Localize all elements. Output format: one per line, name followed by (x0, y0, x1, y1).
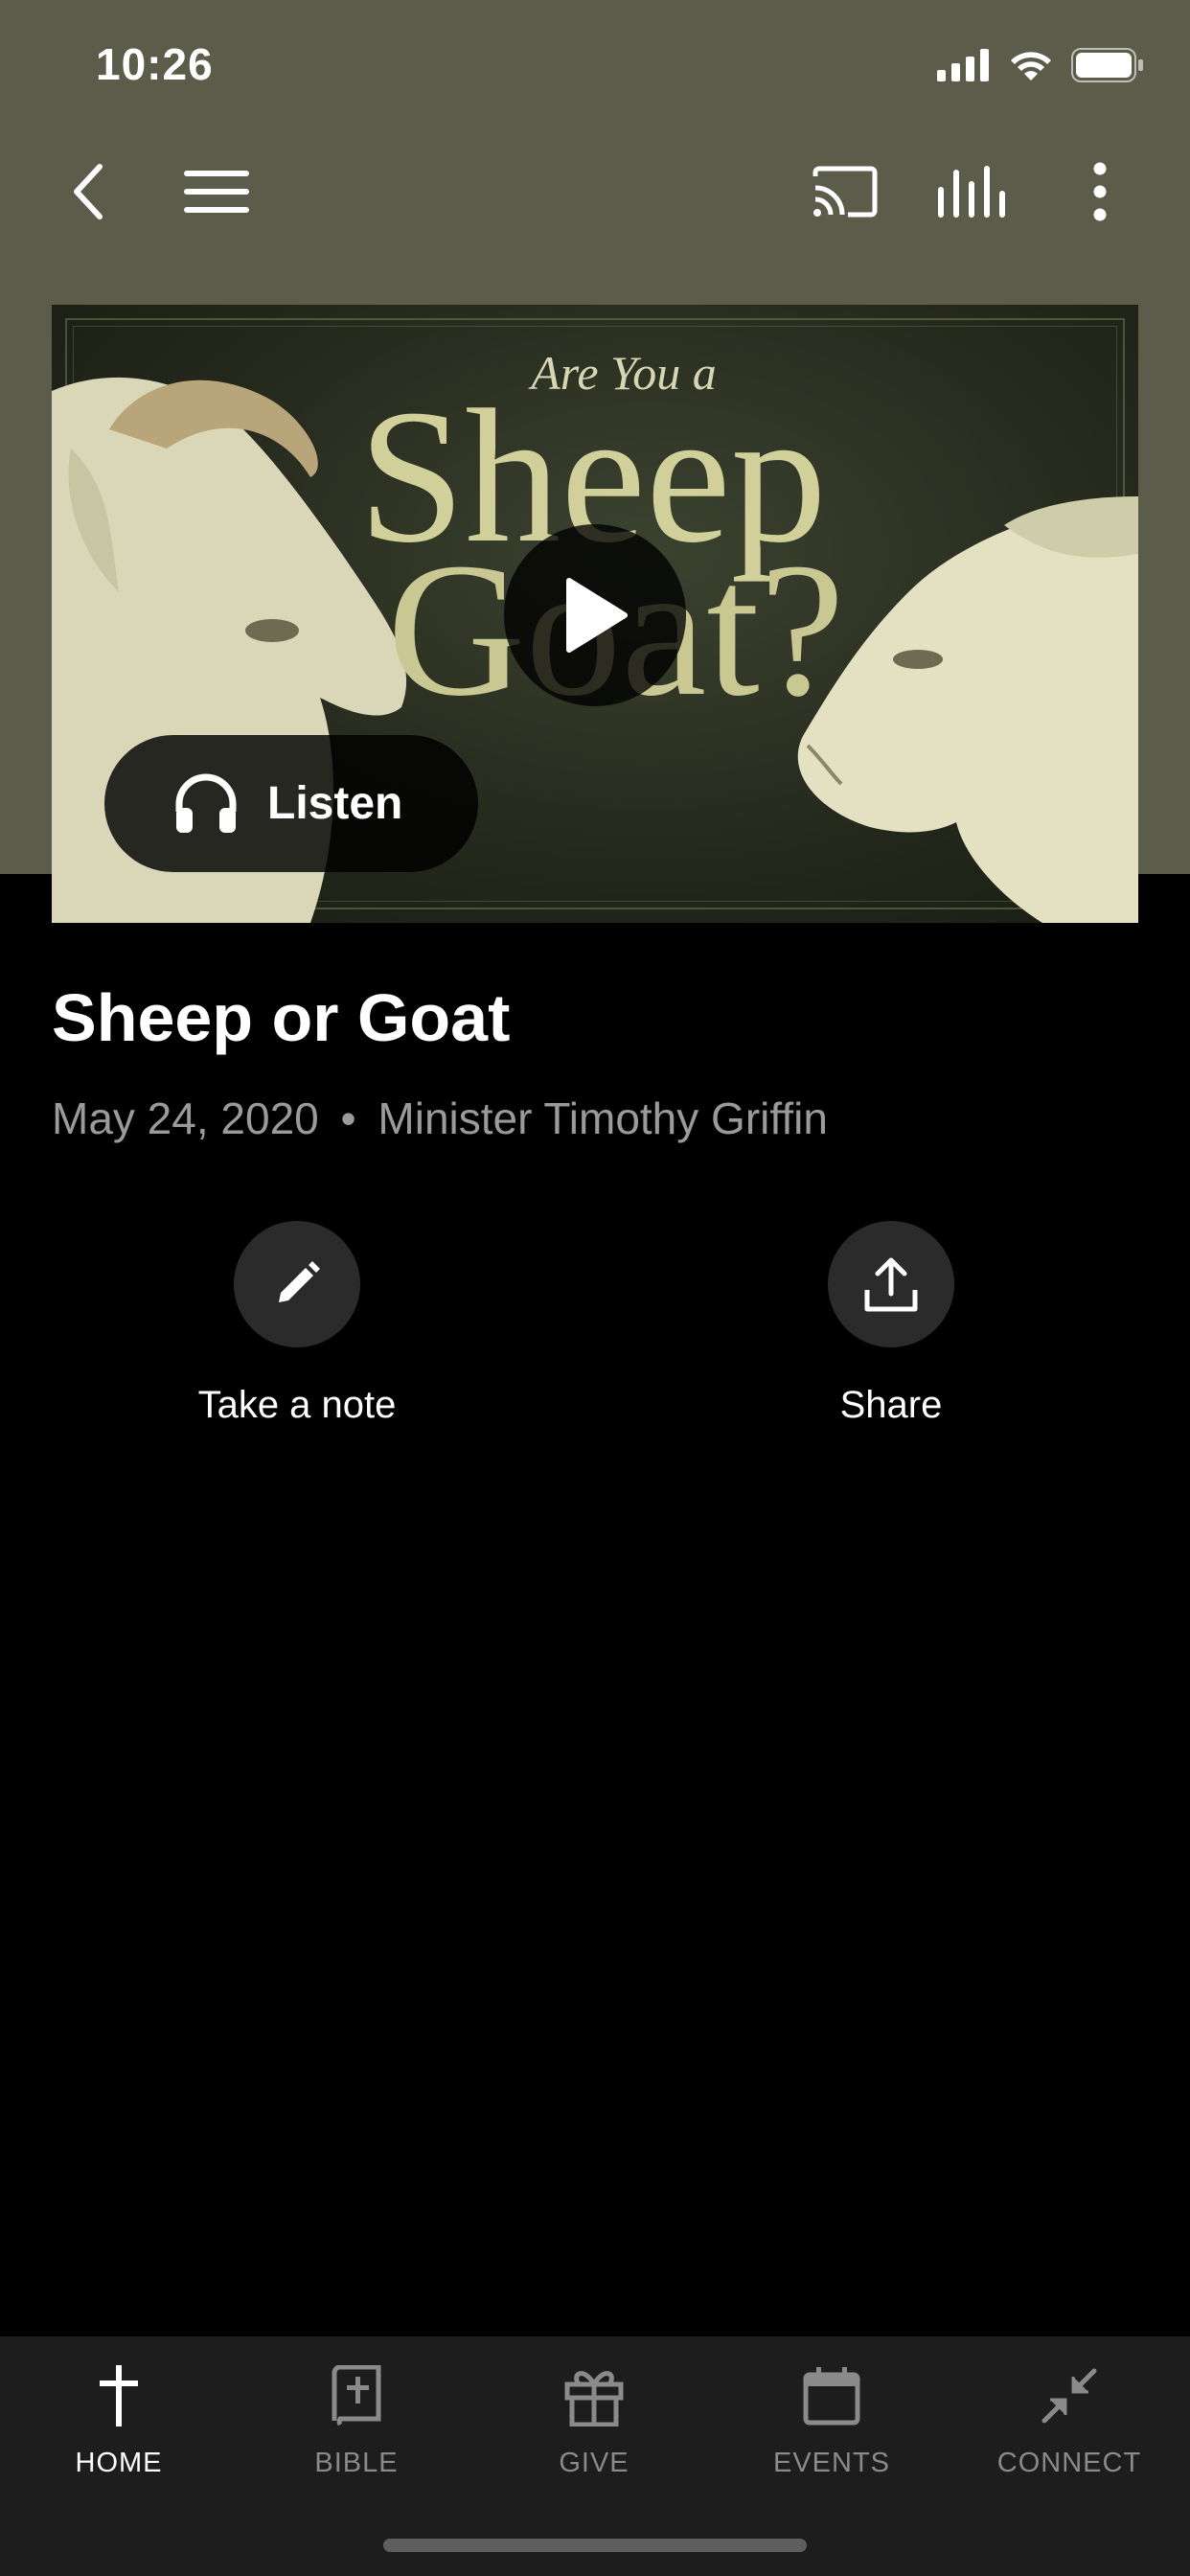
tab-bible[interactable]: BIBLE (261, 2358, 452, 2479)
equalizer-icon (938, 166, 1005, 218)
status-icons (937, 48, 1144, 82)
sermon-title: Sheep or Goat (52, 980, 511, 1055)
sermon-date: May 24, 2020 (52, 1093, 319, 1143)
take-note-label: Take a note (197, 1384, 397, 1426)
status-bar: 10:26 (0, 0, 1190, 134)
listen-label: Listen (267, 778, 403, 829)
headphones-icon (175, 773, 237, 833)
sermon-speaker: Minister Timothy Griffin (378, 1093, 828, 1143)
calendar-icon (803, 2367, 860, 2426)
hamburger-icon (184, 171, 249, 213)
tab-connect[interactable]: CONNECT (973, 2358, 1165, 2479)
tab-home-label: HOME (75, 2448, 163, 2478)
play-icon (566, 578, 628, 653)
cast-icon (812, 166, 878, 218)
listen-button[interactable]: Listen (104, 735, 478, 872)
sermon-artwork[interactable]: Are You a Sheep Goat? Listen (52, 305, 1138, 923)
tab-give-label: GIVE (559, 2448, 629, 2478)
share-label: Share (839, 1384, 943, 1426)
sermon-meta: May 24, 2020 • Minister Timothy Griffin (52, 1092, 828, 1144)
battery-icon (1071, 48, 1143, 82)
more-vertical-icon (1093, 162, 1107, 221)
play-button[interactable] (504, 524, 686, 706)
share-action[interactable]: Share (719, 1221, 1064, 1427)
home-indicator[interactable] (383, 2539, 807, 2552)
status-time: 10:26 (96, 39, 214, 89)
top-toolbar (0, 144, 1190, 240)
share-upload-icon (864, 1257, 918, 1312)
tab-home[interactable]: HOME (23, 2358, 215, 2479)
menu-button[interactable] (178, 153, 255, 230)
connect-arrows-icon (1041, 2368, 1097, 2424)
tab-bible-label: BIBLE (314, 2448, 399, 2478)
cross-icon (100, 2365, 138, 2426)
wifi-icon (1011, 52, 1051, 80)
cast-button[interactable] (807, 153, 883, 230)
more-options-button[interactable] (1062, 153, 1138, 230)
tab-events[interactable]: EVENTS (736, 2358, 927, 2479)
gift-icon (564, 2371, 624, 2426)
take-note-button[interactable] (234, 1221, 360, 1347)
pencil-icon (279, 1261, 320, 1302)
tab-give[interactable]: GIVE (498, 2358, 690, 2479)
tab-connect-label: CONNECT (996, 2448, 1142, 2478)
back-button[interactable] (50, 153, 126, 230)
bible-icon (332, 2365, 381, 2426)
tab-events-label: EVENTS (772, 2448, 891, 2478)
meta-separator: • (340, 1093, 356, 1143)
audio-levels-button[interactable] (933, 153, 1010, 230)
chevron-left-icon (74, 164, 103, 219)
share-button[interactable] (828, 1221, 954, 1347)
take-note-action[interactable]: Take a note (125, 1221, 469, 1427)
cellular-signal-icon (937, 49, 989, 81)
